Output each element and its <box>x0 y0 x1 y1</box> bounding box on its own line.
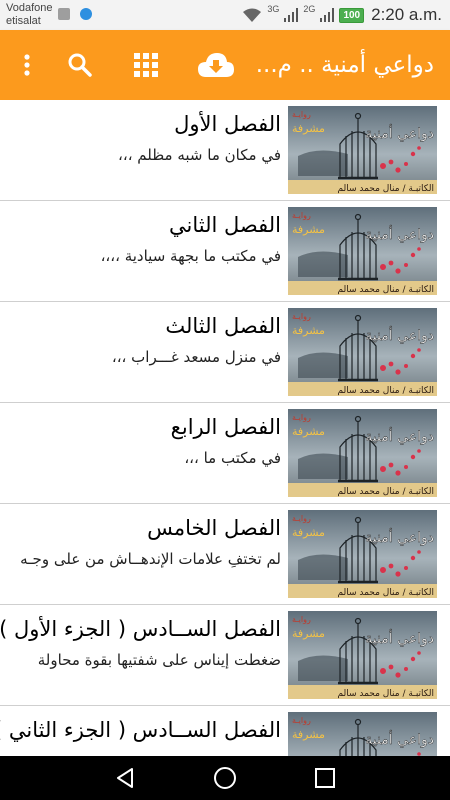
download-button[interactable] <box>194 30 238 100</box>
grid-icon <box>134 53 158 77</box>
cloud-download-icon <box>198 53 234 77</box>
cover-author: الكاتبـة / منال محمد سالم <box>337 689 434 699</box>
status-time: 2:20 a.m. <box>371 5 442 24</box>
wifi-icon <box>243 8 262 22</box>
cover-title: دواعي أمنية <box>365 427 434 445</box>
cover-art: روايـة مشرفة دواعي أمنية الكاتبـة / منال… <box>288 409 437 497</box>
cover-title: دواعي أمنية <box>365 629 434 647</box>
cover-art: روايـة مشرفة دواعي أمنية الكاتبـة / منال… <box>288 308 437 396</box>
chapter-title: الفصل الســادس ( الجزء الثاني ) <box>0 718 281 742</box>
cover-label-top: روايـة <box>292 716 311 725</box>
cover-label-top: روايـة <box>292 110 311 119</box>
chapter-snippet: ضغطت إيناس على شفتيها بقوة محاولة <box>37 651 281 669</box>
cover-brand: مشرفة <box>292 526 325 539</box>
app-bar: دواعي أمنية .. م... <box>0 30 450 100</box>
cover-brand: مشرفة <box>292 425 325 438</box>
search-icon <box>68 53 92 77</box>
page-title: دواعي أمنية .. م... <box>255 52 434 78</box>
cover-label-top: روايـة <box>292 615 311 624</box>
recents-icon <box>315 768 335 788</box>
cover-art: روايـة مشرفة دواعي أمنية الكاتبـة / منال… <box>288 106 437 194</box>
chapter-row[interactable]: روايـة مشرفة دواعي أمنية الكاتبـة / منال… <box>0 706 450 756</box>
network-label-1: 3G <box>267 4 280 14</box>
cover-art: روايـة مشرفة دواعي أمنية الكاتبـة / منال… <box>288 611 437 699</box>
cover-label-top: روايـة <box>292 211 311 220</box>
chapter-thumbnail: روايـة مشرفة دواعي أمنية الكاتبـة / منال… <box>288 712 437 756</box>
home-icon <box>214 767 236 789</box>
chapter-thumbnail: روايـة مشرفة دواعي أمنية الكاتبـة / منال… <box>288 207 437 295</box>
chapter-row[interactable]: روايـة مشرفة دواعي أمنية الكاتبـة / منال… <box>0 504 450 605</box>
chapter-title: الفصل الأول <box>174 112 281 136</box>
chapter-snippet: في مكان ما شبه مظلم ،،، <box>118 146 281 164</box>
cover-art: روايـة مشرفة دواعي أمنية الكاتبـة / منال… <box>288 207 437 295</box>
back-icon <box>117 768 133 788</box>
cover-label-top: روايـة <box>292 413 311 422</box>
chapter-row[interactable]: روايـة مشرفة دواعي أمنية الكاتبـة / منال… <box>0 201 450 302</box>
cover-art: روايـة مشرفة دواعي أمنية الكاتبـة / منال… <box>288 712 437 756</box>
recents-button[interactable] <box>295 756 355 800</box>
chapter-snippet: لم تختفِ علامات الإندهــاش من على وجـه <box>20 550 281 568</box>
message-notification-icon <box>80 8 92 20</box>
battery-indicator: 100 <box>339 7 365 23</box>
search-button[interactable] <box>60 30 100 100</box>
signal-icon-2 <box>320 8 335 22</box>
cover-title: دواعي أمنية <box>365 528 434 546</box>
chapter-title: الفصل الثاني <box>169 213 281 237</box>
chapter-thumbnail: روايـة مشرفة دواعي أمنية الكاتبـة / منال… <box>288 106 437 194</box>
chapter-row[interactable]: روايـة مشرفة دواعي أمنية الكاتبـة / منال… <box>0 100 450 201</box>
carrier-line-2: etisalat <box>6 15 41 27</box>
cover-author: الكاتبـة / منال محمد سالم <box>337 386 434 396</box>
chapter-thumbnail: روايـة مشرفة دواعي أمنية الكاتبـة / منال… <box>288 611 437 699</box>
cover-label-top: روايـة <box>292 514 311 523</box>
chapter-title: الفصل الثالث <box>165 314 281 338</box>
cover-brand: مشرفة <box>292 122 325 135</box>
cover-title: دواعي أمنية <box>365 730 434 748</box>
chapter-thumbnail: روايـة مشرفة دواعي أمنية الكاتبـة / منال… <box>288 510 437 598</box>
gallery-notification-icon <box>58 8 70 20</box>
chapter-thumbnail: روايـة مشرفة دواعي أمنية الكاتبـة / منال… <box>288 308 437 396</box>
chapter-thumbnail: روايـة مشرفة دواعي أمنية الكاتبـة / منال… <box>288 409 437 497</box>
chapter-title: الفصل الخامس <box>147 516 281 540</box>
cover-brand: مشرفة <box>292 223 325 236</box>
chapter-row[interactable]: روايـة مشرفة دواعي أمنية الكاتبـة / منال… <box>0 302 450 403</box>
status-bar: Vodafone etisalat 3G 2G 100 2:20 a.m. <box>0 0 450 30</box>
carrier-line-1: Vodafone <box>6 2 53 14</box>
cover-author: الكاتبـة / منال محمد سالم <box>337 588 434 598</box>
chapter-row[interactable]: روايـة مشرفة دواعي أمنية الكاتبـة / منال… <box>0 403 450 504</box>
cover-author: الكاتبـة / منال محمد سالم <box>337 285 434 295</box>
cover-brand: مشرفة <box>292 627 325 640</box>
cover-art: روايـة مشرفة دواعي أمنية الكاتبـة / منال… <box>288 510 437 598</box>
navigation-bar <box>0 756 450 800</box>
chapter-title: الفصل الســادس ( الجزء الأول ) <box>0 617 281 641</box>
chapter-snippet: في مكتب ما ،،، <box>184 449 281 467</box>
network-label-2: 2G <box>303 4 316 14</box>
back-button[interactable] <box>95 756 155 800</box>
cover-brand: مشرفة <box>292 324 325 337</box>
chapter-snippet: في منزل مسعد غـــراب ،،، <box>111 348 281 366</box>
chapter-row[interactable]: روايـة مشرفة دواعي أمنية الكاتبـة / منال… <box>0 605 450 706</box>
home-button[interactable] <box>195 756 255 800</box>
chapter-list: روايـة مشرفة دواعي أمنية الكاتبـة / منال… <box>0 100 450 756</box>
cover-title: دواعي أمنية <box>365 326 434 344</box>
chapter-title: الفصل الرابع <box>170 415 281 439</box>
cover-brand: مشرفة <box>292 728 325 741</box>
chapter-snippet: في مكتب ما بجهة سيادية ،،،، <box>100 247 281 265</box>
carrier-label: Vodafone etisalat <box>6 2 53 28</box>
cover-title: دواعي أمنية <box>365 124 434 142</box>
signal-icon-1 <box>284 8 299 22</box>
status-icons: 3G 2G 100 2:20 a.m. <box>242 0 442 30</box>
more-options-button[interactable] <box>12 30 42 100</box>
grid-button[interactable] <box>126 30 166 100</box>
more-vert-icon <box>24 54 30 76</box>
cover-label-top: روايـة <box>292 312 311 321</box>
cover-author: الكاتبـة / منال محمد سالم <box>337 184 434 194</box>
cover-author: الكاتبـة / منال محمد سالم <box>337 487 434 497</box>
cover-title: دواعي أمنية <box>365 225 434 243</box>
